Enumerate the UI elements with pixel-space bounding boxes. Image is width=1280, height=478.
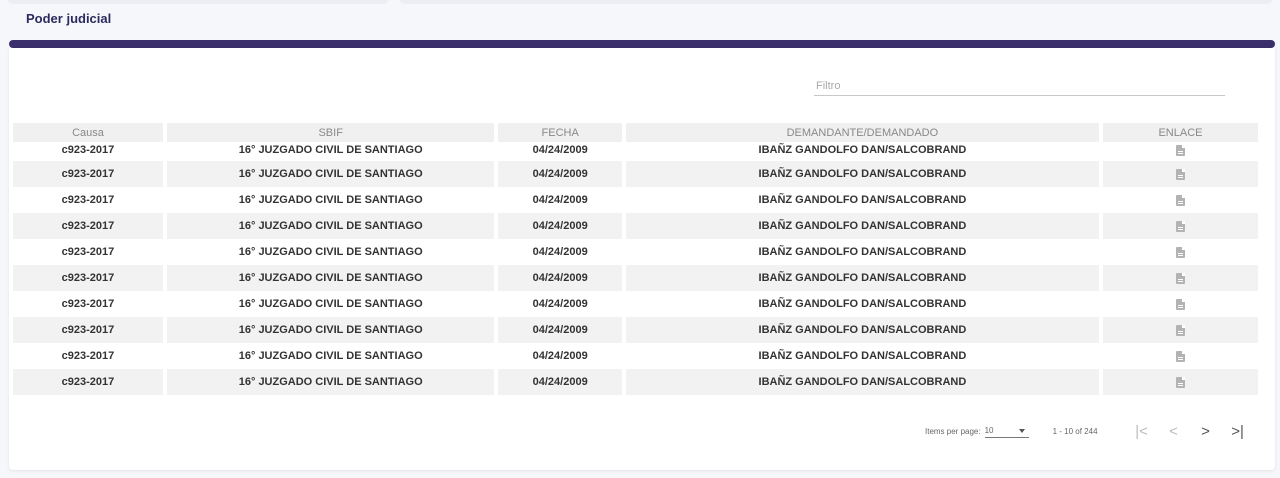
cell-causa: c923-2017 (13, 161, 163, 187)
cell-fecha: 04/24/2009 (532, 246, 588, 258)
cell-demandante: IBAÑZ GANDOLFO DAN/SALCOBRAND (758, 298, 967, 310)
cell-enlace (1103, 239, 1258, 265)
accent-bar (9, 40, 1275, 48)
column-header-sbif[interactable]: SBIF (166, 123, 495, 142)
cell-fecha: 04/24/2009 (498, 369, 622, 395)
document-icon[interactable] (1175, 220, 1185, 232)
table-row: c923-2017 16° JUZGADO CIVIL DE SANTIAGO 04… (13, 265, 1258, 291)
table-row: c923-2017 16° JUZGADO CIVIL DE SANTIAGO 04… (13, 187, 1258, 213)
table-row: c923-2017 16° JUZGADO CIVIL DE SANTIAGO 04… (13, 343, 1258, 369)
document-icon[interactable] (1175, 324, 1185, 336)
previous-page-button[interactable]: < (1162, 422, 1186, 440)
cell-demandante: IBAÑZ GANDOLFO DAN/SALCOBRAND (625, 317, 1099, 343)
cell-sbif: 16° JUZGADO CIVIL DE SANTIAGO (238, 194, 423, 206)
cell-causa: c923-2017 (13, 213, 163, 239)
document-icon[interactable] (1175, 376, 1185, 388)
column-header-fecha[interactable]: FECHA (498, 123, 622, 142)
cell-demandante: IBAÑZ GANDOLFO DAN/SALCOBRAND (758, 350, 967, 362)
table-row: c923-2017 16° JUZGADO CIVIL DE SANTIAGO 04… (13, 161, 1258, 187)
cell-sbif: 16° JUZGADO CIVIL DE SANTIAGO (166, 161, 495, 187)
table-row: c923-2017 16° JUZGADO CIVIL DE SANTIAGO 04… (13, 142, 1258, 161)
first-page-button[interactable]: |< (1130, 422, 1154, 440)
cell-sbif: 16° JUZGADO CIVIL DE SANTIAGO (166, 317, 495, 343)
cell-enlace (1103, 142, 1258, 161)
column-header-demandante[interactable]: DEMANDANTE/DEMANDADO (625, 123, 1099, 142)
document-icon[interactable] (1175, 298, 1185, 310)
cell-fecha: 04/24/2009 (498, 317, 622, 343)
chevron-right-icon: > (1201, 422, 1210, 440)
paginator: Items per page: 10 1 - 10 of 244 |< < > … (925, 422, 1250, 440)
cell-sbif: 16° JUZGADO CIVIL DE SANTIAGO (166, 265, 495, 291)
results-table: Causa SBIF FECHA DEMANDANTE/DEMANDADO EN… (13, 123, 1266, 395)
cell-fecha: 04/24/2009 (532, 194, 588, 206)
cell-demandante: IBAÑZ GANDOLFO DAN/SALCOBRAND (758, 194, 967, 206)
cell-causa: c923-2017 (61, 298, 115, 310)
cell-fecha: 04/24/2009 (532, 298, 588, 310)
cell-fecha: 04/24/2009 (498, 265, 622, 291)
cell-demandante: IBAÑZ GANDOLFO DAN/SALCOBRAND (625, 265, 1099, 291)
last-page-icon: >| (1231, 422, 1244, 440)
top-bar: Poder judicial (0, 0, 1280, 40)
cell-sbif: 16° JUZGADO CIVIL DE SANTIAGO (238, 246, 423, 258)
cell-sbif: 16° JUZGADO CIVIL DE SANTIAGO (166, 369, 495, 395)
cell-sbif: 16° JUZGADO CIVIL DE SANTIAGO (166, 213, 495, 239)
cell-demandante: IBAÑZ GANDOLFO DAN/SALCOBRAND (625, 369, 1099, 395)
caret-down-icon (1018, 429, 1025, 433)
document-icon[interactable] (1175, 168, 1185, 180)
cell-enlace (1102, 317, 1258, 343)
cell-demandante: IBAÑZ GANDOLFO DAN/SALCOBRAND (625, 161, 1099, 187)
column-header-causa[interactable]: Causa (13, 123, 163, 142)
first-page-icon: |< (1135, 422, 1148, 440)
range-label: 1 - 10 of 244 (1052, 426, 1098, 436)
cell-demandante: IBAÑZ GANDOLFO DAN/SALCOBRAND (758, 144, 967, 156)
document-icon[interactable] (1175, 194, 1185, 206)
cell-sbif: 16° JUZGADO CIVIL DE SANTIAGO (238, 298, 423, 310)
column-header-enlace[interactable]: ENLACE (1102, 123, 1258, 142)
page-size-value: 10 (984, 426, 994, 435)
cell-enlace (1102, 213, 1258, 239)
cell-causa: c923-2017 (61, 194, 115, 206)
cell-causa: c923-2017 (13, 369, 163, 395)
cell-enlace (1102, 265, 1258, 291)
next-page-button[interactable]: > (1194, 422, 1218, 440)
cell-causa: c923-2017 (13, 317, 163, 343)
cell-enlace (1102, 369, 1258, 395)
cell-fecha: 04/24/2009 (498, 161, 622, 187)
table-row: c923-2017 16° JUZGADO CIVIL DE SANTIAGO 04… (13, 317, 1258, 343)
table-body: c923-2017 16° JUZGADO CIVIL DE SANTIAGO 04… (13, 142, 1258, 395)
table-row: c923-2017 16° JUZGADO CIVIL DE SANTIAGO 04… (13, 239, 1258, 265)
cell-fecha: 04/24/2009 (532, 350, 588, 362)
cell-causa: c923-2017 (13, 265, 163, 291)
last-page-button[interactable]: >| (1226, 422, 1250, 440)
cell-enlace (1103, 343, 1258, 369)
page-title: Poder judicial (26, 11, 112, 26)
items-per-page-label: Items per page: (925, 426, 981, 436)
table-row: c923-2017 16° JUZGADO CIVIL DE SANTIAGO 04… (13, 291, 1258, 317)
table-header-row: Causa SBIF FECHA DEMANDANTE/DEMANDADO EN… (13, 123, 1258, 142)
top-tab-right (400, 0, 1272, 4)
cell-demandante: IBAÑZ GANDOLFO DAN/SALCOBRAND (758, 246, 967, 258)
cell-enlace (1102, 161, 1258, 187)
page-size-select[interactable]: 10 (984, 424, 1029, 438)
cell-causa: c923-2017 (61, 246, 115, 258)
filter-input[interactable] (814, 76, 1225, 96)
table-row: c923-2017 16° JUZGADO CIVIL DE SANTIAGO 04… (13, 213, 1258, 239)
cell-fecha: 04/24/2009 (498, 213, 622, 239)
document-icon[interactable] (1175, 246, 1185, 258)
cell-causa: c923-2017 (61, 350, 115, 362)
cell-enlace (1103, 291, 1258, 317)
cell-sbif: 16° JUZGADO CIVIL DE SANTIAGO (238, 144, 423, 156)
table-row: c923-2017 16° JUZGADO CIVIL DE SANTIAGO 04… (13, 369, 1258, 395)
document-icon[interactable] (1175, 350, 1185, 362)
cell-demandante: IBAÑZ GANDOLFO DAN/SALCOBRAND (625, 213, 1099, 239)
cell-causa: c923-2017 (61, 144, 115, 156)
document-icon[interactable] (1175, 272, 1185, 284)
document-icon[interactable] (1175, 144, 1185, 156)
top-tab-left (8, 0, 388, 4)
cell-sbif: 16° JUZGADO CIVIL DE SANTIAGO (238, 350, 423, 362)
cell-enlace (1103, 187, 1258, 213)
cell-fecha: 04/24/2009 (532, 144, 588, 156)
chevron-left-icon: < (1169, 422, 1178, 440)
